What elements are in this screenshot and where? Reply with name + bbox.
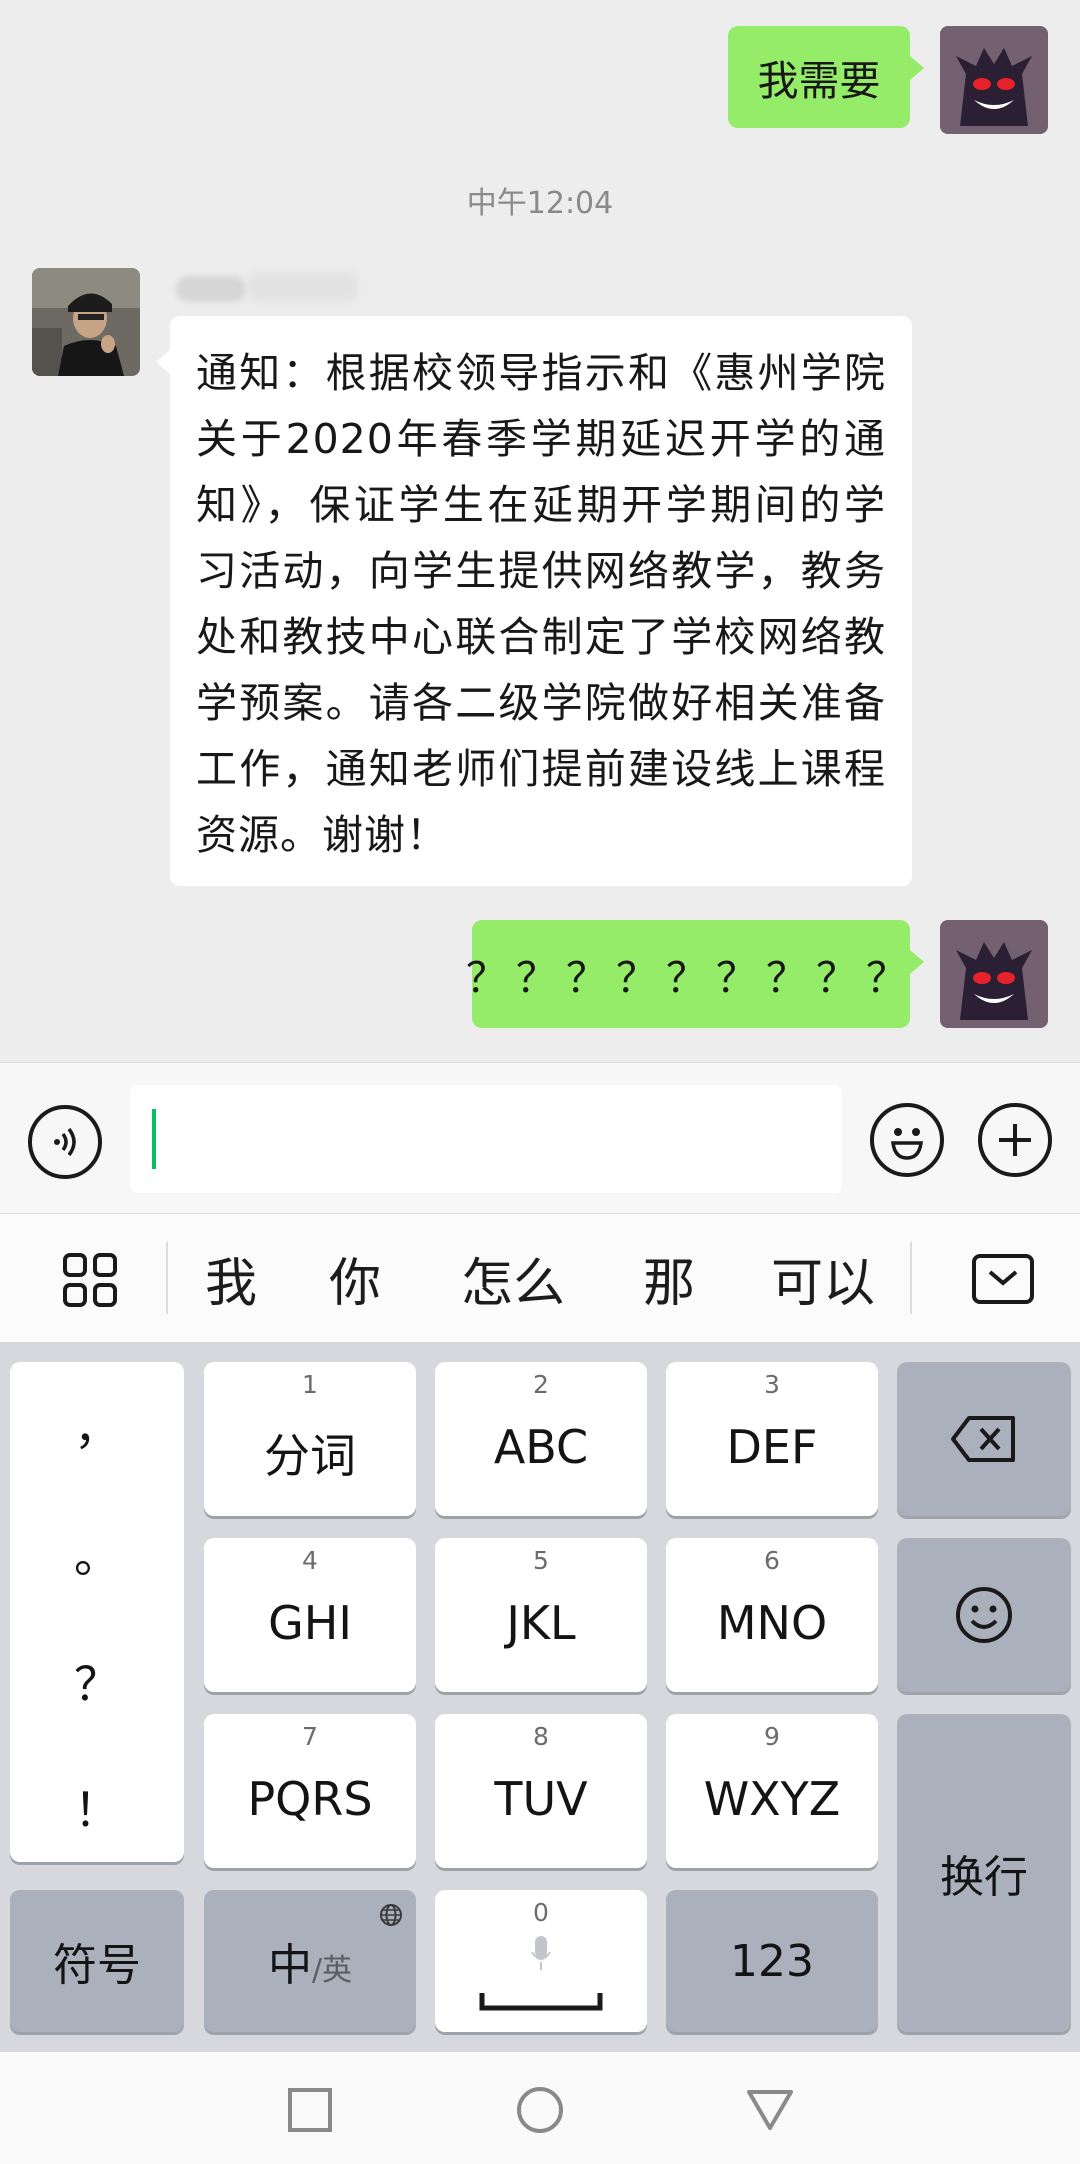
key-number: 0	[533, 1898, 549, 1927]
punctuation-key[interactable]: ，	[10, 1392, 184, 1458]
plus-icon	[999, 1124, 1031, 1156]
numeric-key[interactable]: 123	[666, 1890, 878, 2032]
system-navigation-bar	[0, 2052, 1080, 2164]
received-message-bubble[interactable]: 通知：根据校领导指示和《惠州学院关于2020年春季学期延迟开学的通知》，保证学生…	[156, 316, 912, 886]
key-4[interactable]: 4 GHI	[204, 1538, 416, 1692]
candidate-word[interactable]: 我	[190, 1242, 272, 1314]
key-number: 4	[302, 1546, 318, 1575]
key-label: 分词	[264, 1429, 356, 1483]
message-input-bar	[0, 1062, 1080, 1214]
symbol-key[interactable]: 符号	[10, 1890, 184, 2032]
key-7[interactable]: 7 PQRS	[204, 1714, 416, 1868]
key-label: TUV	[494, 1772, 588, 1826]
microphone-icon	[531, 1936, 551, 1970]
candidate-word[interactable]: 怎么	[448, 1242, 578, 1314]
key-number: 2	[533, 1370, 549, 1399]
key-label: GHI	[268, 1596, 352, 1650]
lang-sub-label: /英	[311, 1953, 353, 1988]
key-2[interactable]: 2 ABC	[435, 1362, 647, 1516]
recent-apps-icon[interactable]	[286, 2086, 334, 2134]
chat-area[interactable]: 我需要 中午12:04 通知：根据校领导指示和《惠州学院关于2020年春季学期延…	[0, 0, 1080, 1062]
key-number: 7	[302, 1722, 318, 1751]
emoji-icon	[891, 1128, 923, 1160]
home-icon[interactable]	[516, 2086, 564, 2134]
key-8[interactable]: 8 TUV	[435, 1714, 647, 1868]
lang-main-label: 中	[267, 1940, 312, 1991]
person-photo-avatar-icon	[32, 268, 140, 376]
message-timestamp: 中午12:04	[466, 186, 614, 221]
key-number: 6	[764, 1546, 780, 1575]
key-number: 1	[302, 1370, 318, 1399]
language-switch-key[interactable]: 中/英	[204, 1890, 416, 2032]
globe-icon	[380, 1904, 402, 1926]
message-input[interactable]	[130, 1085, 842, 1193]
gengar-avatar-icon	[940, 26, 1048, 134]
key-label: ABC	[493, 1420, 589, 1474]
key-label: PQRS	[247, 1772, 373, 1826]
backspace-key[interactable]	[897, 1362, 1071, 1516]
emoji-key[interactable]	[897, 1538, 1071, 1692]
punctuation-key[interactable]: ？	[10, 1648, 184, 1714]
enter-key[interactable]: 换行	[897, 1714, 1071, 2032]
more-options-button[interactable]	[978, 1103, 1052, 1177]
sent-message-bubble[interactable]: ？？？？？？？？？	[466, 920, 924, 1028]
backspace-icon	[951, 1416, 1015, 1462]
key-number: 9	[764, 1722, 780, 1751]
key-1[interactable]: 1 分词	[204, 1362, 416, 1516]
key-label: 符号	[53, 1940, 141, 1991]
voice-input-button[interactable]	[28, 1105, 102, 1179]
smiley-icon	[956, 1587, 1012, 1643]
my-avatar[interactable]	[940, 26, 1048, 134]
space-key[interactable]: 0	[435, 1890, 647, 2032]
message-text: 通知：根据校领导指示和《惠州学院关于2020年春季学期延迟开学的通知》，保证学生…	[196, 349, 886, 859]
key-label: JKL	[506, 1596, 576, 1650]
contact-avatar[interactable]	[32, 268, 140, 376]
collapse-keyboard-button[interactable]	[972, 1254, 1034, 1304]
sent-message-bubble[interactable]: 我需要	[728, 26, 924, 128]
collapse-keyboard-icon	[988, 1270, 1018, 1286]
candidate-word[interactable]: 那	[628, 1242, 710, 1314]
punctuation-key[interactable]: 。	[10, 1520, 184, 1586]
key-number: 8	[533, 1722, 549, 1751]
message-text: 我需要	[757, 57, 881, 105]
candidate-word[interactable]: 你	[314, 1242, 396, 1314]
key-label: 换行	[940, 1852, 1028, 1903]
key-6[interactable]: 6 MNO	[666, 1538, 878, 1692]
gengar-avatar-icon	[940, 920, 1048, 1028]
emoji-button[interactable]	[870, 1103, 944, 1177]
key-label: MNO	[716, 1596, 828, 1650]
back-icon[interactable]	[746, 2086, 794, 2134]
sender-name-redacted	[176, 268, 376, 306]
space-bar-icon	[479, 1993, 603, 2011]
my-avatar[interactable]	[940, 920, 1048, 1028]
ime-candidate-bar: 我 你 怎么 那 可以	[0, 1214, 1080, 1342]
t9-keyboard: ， 。 ？ ！ 1 分词 2 ABC 3 DEF 4 GHI 5 JKL 6 M…	[0, 1342, 1080, 2052]
divider	[910, 1242, 912, 1314]
voice-icon	[54, 1127, 76, 1157]
key-label: 123	[730, 1935, 814, 1987]
key-label: WXYZ	[703, 1772, 841, 1826]
key-3[interactable]: 3 DEF	[666, 1362, 878, 1516]
key-label: DEF	[726, 1420, 818, 1474]
key-number: 3	[764, 1370, 780, 1399]
key-number: 5	[533, 1546, 549, 1575]
divider	[166, 1242, 168, 1314]
text-cursor	[152, 1109, 156, 1169]
punctuation-column[interactable]: ， 。 ？ ！	[10, 1362, 184, 1862]
message-text: ？？？？？？？？？	[466, 954, 916, 1002]
candidate-word[interactable]: 可以	[758, 1242, 888, 1314]
grid-icon[interactable]	[62, 1252, 118, 1308]
key-5[interactable]: 5 JKL	[435, 1538, 647, 1692]
punctuation-key[interactable]: ！	[10, 1774, 184, 1840]
key-9[interactable]: 9 WXYZ	[666, 1714, 878, 1868]
